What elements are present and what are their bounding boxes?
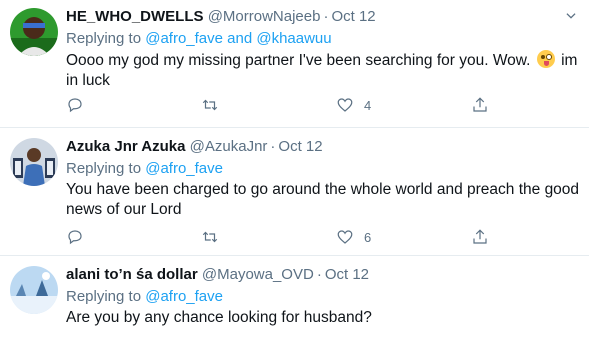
replying-to: Replying to @afro_fave [66,288,223,305]
like-button[interactable]: 4 [336,94,371,116]
retweet-icon [202,99,218,111]
tweet-actions: 4 [66,94,496,116]
chevron-down-icon[interactable] [561,6,581,26]
tweet[interactable]: alani to’n śa dollar @Mayowa_OVD · Oct 12 … [0,256,589,341]
retweet-button[interactable] [201,226,229,248]
user-handle[interactable]: @AzukaJnr [190,138,268,155]
tweet-body: alani to’n śa dollar @Mayowa_OVD · Oct 12 … [66,264,581,328]
tweet-actions: 6 [66,226,496,248]
tweet-date[interactable]: Oct 12 [325,266,369,283]
avatar[interactable] [10,266,58,314]
tweet[interactable]: Azuka Jnr Azuka @AzukaJnr · Oct 12 Replyin… [0,128,589,256]
retweet-button[interactable] [201,94,229,116]
tweet-header: Azuka Jnr Azuka @AzukaJnr · Oct 12 [66,138,323,155]
tweet-header: HE_WHO_DWELLS @MorrowNajeeb · Oct 12 [66,8,376,25]
tweet-date[interactable]: Oct 12 [278,138,322,155]
tweet-header: alani to’n śa dollar @Mayowa_OVD · Oct 12 [66,266,369,283]
tweet-body: HE_WHO_DWELLS @MorrowNajeeb · Oct 12 Reply… [66,6,581,91]
replying-to-link[interactable]: @afro_fave and @khaawuu [145,30,331,47]
replying-to-link[interactable]: @afro_fave [145,288,223,305]
winking-face-with-tongue-icon [536,50,555,68]
reply-icon [68,230,82,245]
reply-button[interactable] [66,226,94,248]
avatar[interactable] [10,8,58,56]
reply-icon [68,98,82,113]
share-button[interactable] [471,226,489,248]
replying-to: Replying to @afro_fave and @khaawuu [66,30,332,47]
user-handle[interactable]: @MorrowNajeeb [208,8,321,25]
like-button[interactable]: 6 [336,226,371,248]
heart-icon [337,98,353,112]
display-name[interactable]: alani to’n śa dollar [66,266,198,283]
tweet-text: Oooo my god my missing partner I've been… [66,50,578,89]
tweet-text: Are you by any chance looking for husban… [66,309,372,326]
replying-to: Replying to @afro_fave [66,160,223,177]
avatar[interactable] [10,138,58,186]
share-icon [473,229,487,244]
tweet-body: Azuka Jnr Azuka @AzukaJnr · Oct 12 Replyin… [66,136,581,220]
share-button[interactable] [471,94,489,116]
reply-button[interactable] [66,94,94,116]
heart-icon [337,230,353,244]
replying-to-link[interactable]: @afro_fave [145,160,223,177]
display-name[interactable]: HE_WHO_DWELLS [66,8,204,25]
share-icon [473,97,487,112]
tweet[interactable]: HE_WHO_DWELLS @MorrowNajeeb · Oct 12 Reply… [0,0,589,128]
user-handle[interactable]: @Mayowa_OVD [202,266,314,283]
retweet-icon [202,231,218,243]
tweet-date[interactable]: Oct 12 [331,8,375,25]
tweet-text: You have been charged to go around the w… [66,181,580,218]
display-name[interactable]: Azuka Jnr Azuka [66,138,185,155]
